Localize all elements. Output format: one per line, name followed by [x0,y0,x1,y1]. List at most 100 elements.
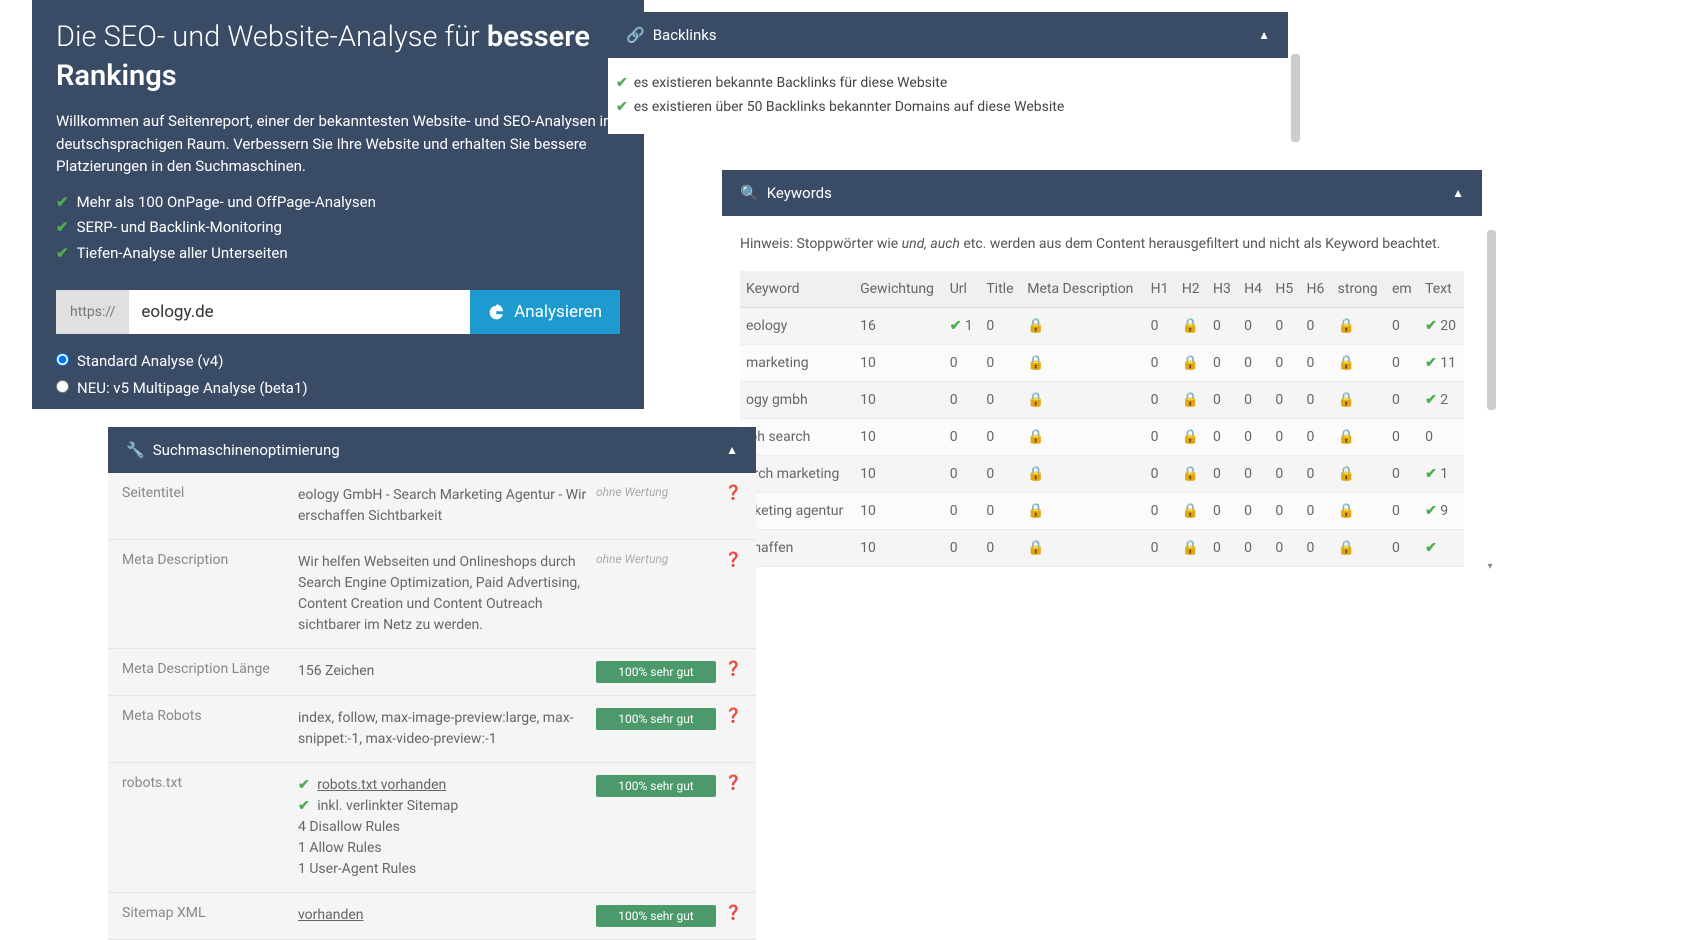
table-cell: 0 [1386,382,1419,419]
scrollbar[interactable] [1487,230,1496,410]
table-cell: arch marketing [740,456,854,493]
table-cell: 0 [980,345,1021,382]
table-cell: 🔒 [1176,493,1207,530]
seo-row: Sitemap XMLvorhanden100% sehr gut❓ [108,893,756,940]
check-icon: ✔ [56,244,69,262]
table-cell: 0 [1301,493,1332,530]
analysis-type-radios: Standard Analyse (v4) NEU: v5 Multipage … [56,348,620,402]
radio-v5[interactable]: NEU: v5 Multipage Analyse (beta1) [56,375,620,402]
table-cell: 0 [1238,419,1269,456]
table-cell: marketing [740,345,854,382]
table-cell: 0 [1238,456,1269,493]
chevron-up-icon: ▲ [1452,186,1464,200]
table-cell: 🔒 [1021,308,1144,345]
hero-feature-item: ✔Tiefen-Analyse aller Unterseiten [56,241,620,267]
lock-icon: 🔒 [1182,429,1199,445]
table-cell: 0 [980,530,1021,567]
robots-link[interactable]: robots.txt vorhanden [317,777,446,793]
table-cell: ✔ 1 [944,308,981,345]
radio-standard[interactable]: Standard Analyse (v4) [56,348,620,375]
help-icon[interactable]: ❓ [716,552,742,568]
table-cell: 0 [1207,530,1238,567]
table-cell: 0 [1269,419,1300,456]
scroll-down-icon[interactable]: ▾ [1484,561,1496,573]
rating-badge: 100% sehr gut [596,708,716,730]
lock-icon: 🔒 [1027,429,1044,445]
hero-description: Willkommen auf Seitenreport, einer der b… [56,110,620,178]
table-header: Gewichtung [854,271,944,308]
table-cell: 0 [1145,493,1176,530]
table-header: H3 [1207,271,1238,308]
table-row: ogy gmbh1000🔒0🔒0000🔒0✔ 2 [740,382,1464,419]
help-icon[interactable]: ❓ [716,708,742,724]
table-cell: 0 [1269,493,1300,530]
table-cell: 🔒 [1176,345,1207,382]
table-cell: 10 [854,530,944,567]
table-cell: 10 [854,493,944,530]
hero-feature-item: ✔Mehr als 100 OnPage- und OffPage-Analys… [56,190,620,216]
protocol-label: https:// [56,290,129,334]
table-cell: ✔ 9 [1419,493,1464,530]
rating-text: ohne Wertung [596,552,716,566]
backlinks-body: ✔es existieren bekannte Backlinks für di… [608,58,1288,134]
table-cell: 0 [1207,308,1238,345]
table-cell: 🔒 [1332,382,1386,419]
help-icon[interactable]: ❓ [716,905,742,921]
scrollbar[interactable] [1291,54,1300,142]
wrench-icon: 🔧 [126,441,145,459]
help-icon[interactable]: ❓ [716,775,742,791]
seo-header[interactable]: 🔧Suchmaschinenoptimierung ▲ [108,427,756,473]
table-cell: 0 [1301,345,1332,382]
table-cell: 🔒 [1332,419,1386,456]
keywords-header[interactable]: 🔍 Keywords ▲ [722,170,1482,216]
seo-label: Meta Description [122,552,298,568]
table-cell: 0 [944,419,981,456]
check-icon: ✔ [1425,392,1437,408]
lock-icon: 🔒 [1338,392,1355,408]
table-cell: 0 [1145,419,1176,456]
keywords-table: KeywordGewichtungUrlTitleMeta Descriptio… [740,271,1464,567]
table-cell: 🔒 [1332,493,1386,530]
seo-link[interactable]: vorhanden [298,907,364,923]
table-cell: 10 [854,382,944,419]
backlinks-title: Backlinks [653,26,717,44]
table-cell: 🔒 [1332,345,1386,382]
table-cell: 🔒 [1176,382,1207,419]
table-cell: eology [740,308,854,345]
table-cell: 🔒 [1021,493,1144,530]
check-icon: ✔ [616,75,628,91]
table-cell: 0 [1386,493,1419,530]
table-row: ibh search1000🔒0🔒0000🔒00 [740,419,1464,456]
seo-label: Seitentitel [122,485,298,501]
url-input-row: https:// Analysieren [56,290,620,334]
table-cell: 🔒 [1021,456,1144,493]
lock-icon: 🔒 [1338,429,1355,445]
table-cell: 10 [854,345,944,382]
search-icon: 🔍 [740,184,759,202]
table-header: Keyword [740,271,854,308]
analyze-button[interactable]: Analysieren [470,290,620,334]
lock-icon: 🔒 [1027,392,1044,408]
help-icon[interactable]: ❓ [716,661,742,677]
table-cell: 0 [1269,308,1300,345]
keywords-body: Hinweis: Stoppwörter wie und, auch etc. … [722,216,1482,573]
table-cell: 0 [980,308,1021,345]
seo-panel: 🔧Suchmaschinenoptimierung ▲ Seitentitele… [108,427,756,940]
help-icon[interactable]: ❓ [716,485,742,501]
table-row: marketing1000🔒0🔒0000🔒0✔ 11 [740,345,1464,382]
hero-panel: Die SEO- und Website-Analyse für bessere… [32,0,644,409]
table-header: em [1386,271,1419,308]
rating-badge: 100% sehr gut [596,905,716,927]
table-row: eology16✔ 10🔒0🔒0000🔒0✔ 20 [740,308,1464,345]
table-cell: ✔ 1 [1419,456,1464,493]
seo-row: Seitentiteleology GmbH - Search Marketin… [108,473,756,540]
lock-icon: 🔒 [1182,355,1199,371]
backlinks-header[interactable]: 🔗Backlinks ▲ [608,12,1288,58]
lock-icon: 🔒 [1182,318,1199,334]
url-input[interactable] [129,290,470,334]
check-icon: ✔ [616,99,628,115]
table-cell: 🔒 [1176,456,1207,493]
table-cell: ogy gmbh [740,382,854,419]
keywords-title: Keywords [767,184,832,202]
seo-value: ✔ robots.txt vorhanden✔ inkl. verlinkter… [298,775,596,880]
